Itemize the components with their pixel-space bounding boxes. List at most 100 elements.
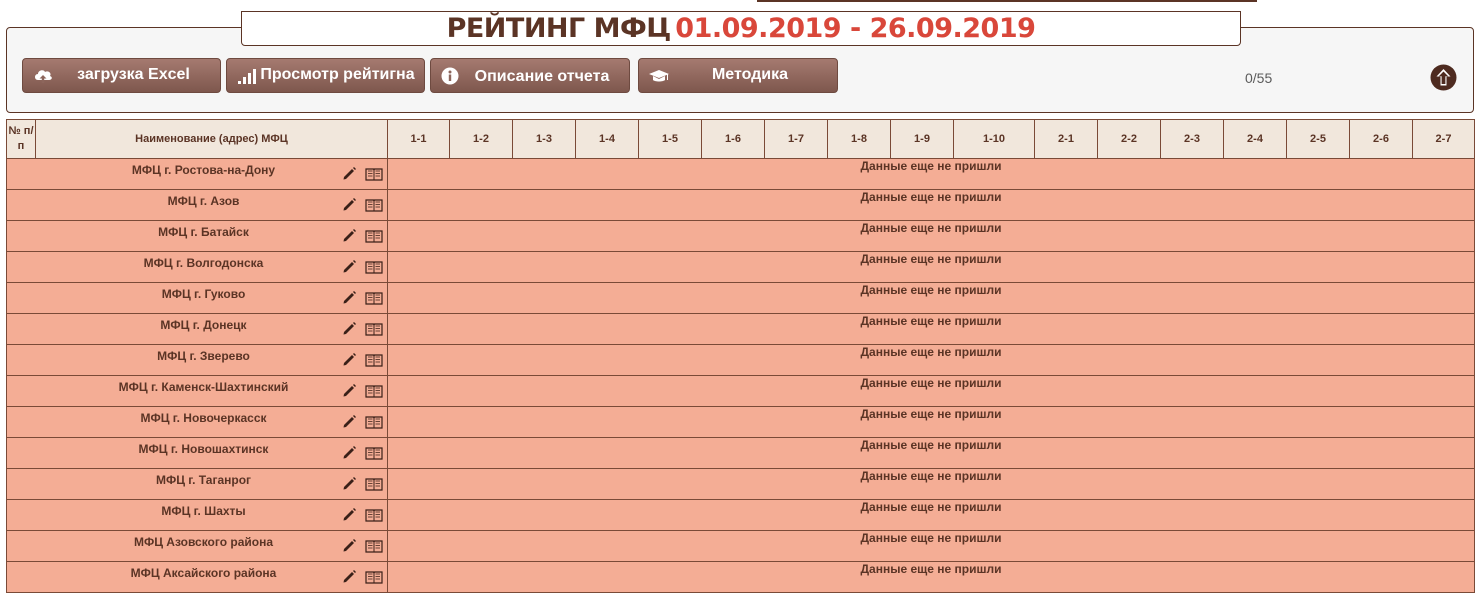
rating-table: № п/п Наименование (адрес) МФЦ 1-1 1-2 1-3… [6, 119, 1475, 593]
no-data-message: Данные еще не пришли [387, 561, 1475, 593]
book-icon[interactable] [365, 539, 383, 553]
table-row[interactable]: МФЦ г. Азов Данные еще не пришли [6, 189, 1475, 221]
no-data-message: Данные еще не пришли [387, 282, 1475, 314]
table-row[interactable]: МФЦ г. Новошахтинск Данные еще не пришли [6, 437, 1475, 469]
title-period: 01.09.2019 - 26.09.2019 [675, 13, 1036, 44]
pencil-icon[interactable] [342, 383, 357, 398]
book-icon[interactable] [365, 446, 383, 460]
column-header[interactable]: 2-4 [1223, 119, 1287, 159]
pencil-icon[interactable] [342, 352, 357, 367]
pencil-icon[interactable] [342, 166, 357, 181]
no-data-message: Данные еще не пришли [387, 189, 1475, 221]
no-data-message: Данные еще не пришли [387, 375, 1475, 407]
mfc-name: МФЦ г. Азов [167, 194, 240, 208]
column-header[interactable]: 2-1 [1034, 119, 1098, 159]
no-data-message: Данные еще не пришли [387, 499, 1475, 531]
mfc-name: МФЦ г. Новочеркасск [140, 411, 267, 425]
pencil-icon[interactable] [342, 290, 357, 305]
table-row[interactable]: МФЦ г. Гуково Данные еще не пришли [6, 282, 1475, 314]
book-icon[interactable] [365, 229, 383, 243]
pencil-icon[interactable] [342, 507, 357, 522]
report-description-button[interactable]: Описание отчета [430, 58, 630, 93]
row-number [6, 344, 36, 376]
mfc-name-cell: МФЦ г. Зверево [35, 344, 388, 376]
no-data-message: Данные еще не пришли [387, 313, 1475, 345]
column-header[interactable]: 1-7 [764, 119, 828, 159]
table-row[interactable]: МФЦ г. Батайск Данные еще не пришли [6, 220, 1475, 252]
column-header[interactable]: 1-2 [449, 119, 513, 159]
column-header[interactable]: 1-3 [512, 119, 576, 159]
table-row[interactable]: МФЦ г. Ростова-на-Дону Данные еще не приш… [6, 158, 1475, 190]
row-number [6, 406, 36, 438]
mfc-name-cell: МФЦ г. Волгодонска [35, 251, 388, 283]
mfc-name: МФЦ г. Новошахтинск [138, 442, 269, 456]
mfc-name-cell: МФЦ г. Батайск [35, 220, 388, 252]
book-icon[interactable] [365, 167, 383, 181]
pencil-icon[interactable] [342, 197, 357, 212]
page-counter: 0/55 [1245, 70, 1273, 86]
book-icon[interactable] [365, 353, 383, 367]
table-row[interactable]: МФЦ г. Новочеркасск Данные еще не пришли [6, 406, 1475, 438]
excel-download-button[interactable]: загрузка Excel [22, 58, 221, 93]
row-number [6, 437, 36, 469]
mfc-name-cell: МФЦ г. Гуково [35, 282, 388, 314]
column-header[interactable]: 1-1 [387, 119, 450, 159]
book-icon[interactable] [365, 198, 383, 212]
no-data-message: Данные еще не пришли [387, 220, 1475, 252]
table-row[interactable]: МФЦ г. Зверево Данные еще не пришли [6, 344, 1475, 376]
column-header[interactable]: 2-5 [1286, 119, 1350, 159]
no-data-message: Данные еще не пришли [387, 530, 1475, 562]
table-row[interactable]: МФЦ г. Шахты Данные еще не пришли [6, 499, 1475, 531]
title-text: РЕЙТИНГ МФЦ [446, 13, 672, 44]
column-header[interactable]: 1-5 [638, 119, 702, 159]
name-header: Наименование (адрес) МФЦ [35, 119, 388, 159]
pencil-icon[interactable] [342, 476, 357, 491]
row-number [6, 375, 36, 407]
pencil-icon[interactable] [342, 538, 357, 553]
table-row[interactable]: МФЦ г. Каменск-Шахтинский Данные еще не п… [6, 375, 1475, 407]
column-header[interactable]: 1-6 [701, 119, 765, 159]
pencil-icon[interactable] [342, 445, 357, 460]
mfc-name: МФЦ г. Шахты [161, 504, 246, 518]
pencil-icon[interactable] [342, 228, 357, 243]
pencil-icon[interactable] [342, 414, 357, 429]
methodology-button[interactable]: Методика [638, 58, 838, 93]
column-header[interactable]: 2-3 [1160, 119, 1224, 159]
mfc-name: МФЦ г. Таганрог [155, 473, 252, 487]
excel-download-label: загрузка Excel [77, 66, 190, 83]
column-header[interactable]: 1-10 [953, 119, 1035, 159]
column-header[interactable]: 2-2 [1097, 119, 1161, 159]
pencil-icon[interactable] [342, 321, 357, 336]
table-row[interactable]: МФЦ Азовского района Данные еще не пришли [6, 530, 1475, 562]
column-header[interactable]: 2-7 [1412, 119, 1475, 159]
row-number [6, 499, 36, 531]
table-row[interactable]: МФЦ Аксайского района Данные еще не пришл… [6, 561, 1475, 593]
book-icon[interactable] [365, 291, 383, 305]
methodology-label: Методика [711, 66, 789, 83]
table-row[interactable]: МФЦ г. Таганрог Данные еще не пришли [6, 468, 1475, 500]
book-icon[interactable] [365, 415, 383, 429]
row-number [6, 313, 36, 345]
book-icon[interactable] [365, 384, 383, 398]
mfc-name-cell: МФЦ г. Шахты [35, 499, 388, 531]
row-number [6, 530, 36, 562]
column-header[interactable]: 1-8 [827, 119, 891, 159]
mfc-name-cell: МФЦ Аксайского района [35, 561, 388, 593]
arrow-up-circle-icon[interactable] [1430, 64, 1457, 91]
book-icon[interactable] [365, 322, 383, 336]
rating-view-button[interactable]: Просмотр рейтигна [226, 58, 425, 93]
pencil-icon[interactable] [342, 259, 357, 274]
column-header[interactable]: 2-6 [1349, 119, 1413, 159]
table-row[interactable]: МФЦ г. Волгодонска Данные еще не пришли [6, 251, 1475, 283]
rating-view-label: Просмотр рейтигна [260, 66, 415, 83]
mfc-name-cell: МФЦ г. Донецк [35, 313, 388, 345]
column-header[interactable]: 1-9 [890, 119, 954, 159]
no-data-message: Данные еще не пришли [387, 344, 1475, 376]
book-icon[interactable] [365, 260, 383, 274]
table-row[interactable]: МФЦ г. Донецк Данные еще не пришли [6, 313, 1475, 345]
book-icon[interactable] [365, 477, 383, 491]
pencil-icon[interactable] [342, 569, 357, 584]
column-header[interactable]: 1-4 [575, 119, 639, 159]
book-icon[interactable] [365, 570, 383, 584]
book-icon[interactable] [365, 508, 383, 522]
